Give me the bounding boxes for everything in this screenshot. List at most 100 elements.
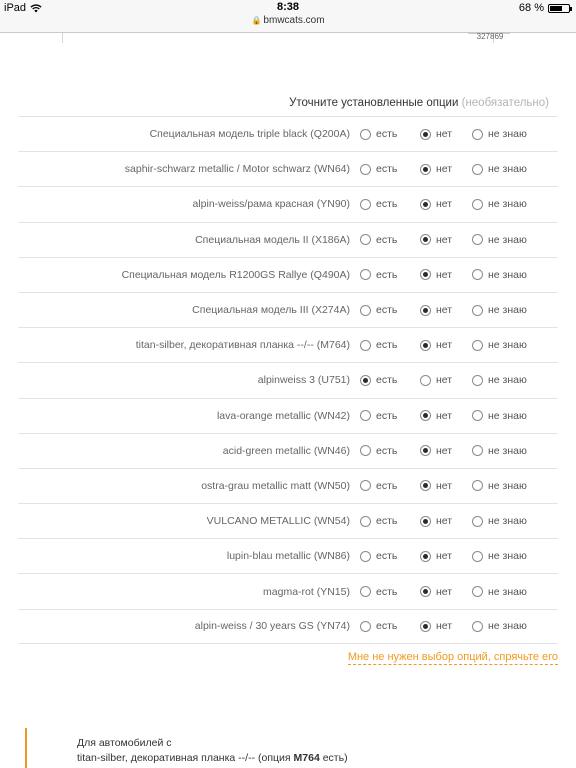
choice-unknown[interactable]: не знаю [472,223,527,257]
option-label: acid-green metallic (WN46) [222,444,350,457]
radio-no[interactable] [420,163,431,175]
choice-no[interactable]: нет [420,223,452,257]
radio-yes[interactable] [360,269,371,281]
radio-unknown[interactable] [472,620,483,632]
radio-no[interactable] [420,480,431,492]
status-bar: iPad 8:38 🔒 bmwcats.com 68 % [0,0,576,33]
radio-no[interactable] [420,304,431,316]
radio-yes[interactable] [360,445,371,457]
radio-no[interactable] [420,515,431,527]
choice-no[interactable]: нет [420,363,452,397]
choice-no[interactable]: нет [420,328,452,362]
choice-no[interactable]: нет [420,187,452,221]
radio-unknown[interactable] [472,163,483,175]
radio-yes[interactable] [360,198,371,210]
choice-unknown[interactable]: не знаю [472,399,527,433]
radio-yes[interactable] [360,480,371,492]
radio-no[interactable] [420,620,431,632]
radio-yes[interactable] [360,374,371,386]
radio-unknown[interactable] [472,586,483,598]
choice-unknown[interactable]: не знаю [472,363,527,397]
radio-unknown[interactable] [472,515,483,527]
radio-yes[interactable] [360,128,371,140]
choice-yes[interactable]: есть [360,258,397,292]
choice-yes[interactable]: есть [360,399,397,433]
radio-no[interactable] [420,586,431,598]
choice-yes[interactable]: есть [360,152,397,186]
radio-no[interactable] [420,128,431,140]
note-option-code: M764 [293,752,320,764]
radio-yes[interactable] [360,620,371,632]
choice-unknown[interactable]: не знаю [472,434,527,468]
choice-unknown[interactable]: не знаю [472,293,527,327]
radio-unknown[interactable] [472,339,483,351]
choice-yes[interactable]: есть [360,187,397,221]
radio-yes[interactable] [360,515,371,527]
radio-unknown[interactable] [472,128,483,140]
choice-no[interactable]: нет [420,152,452,186]
choice-yes[interactable]: есть [360,223,397,257]
choice-label: не знаю [488,128,527,141]
choice-unknown[interactable]: не знаю [472,574,527,608]
radio-no[interactable] [420,374,431,386]
radio-unknown[interactable] [472,550,483,562]
choice-unknown[interactable]: не знаю [472,258,527,292]
choice-unknown[interactable]: не знаю [472,328,527,362]
radio-no[interactable] [420,410,431,422]
hide-options-link[interactable]: Мне не нужен выбор опций, спрячьте его [347,650,558,665]
radio-yes[interactable] [360,163,371,175]
choice-unknown[interactable]: не знаю [472,610,527,643]
choice-yes[interactable]: есть [360,434,397,468]
radio-unknown[interactable] [472,445,483,457]
choice-no[interactable]: нет [420,117,452,151]
radio-unknown[interactable] [472,410,483,422]
choice-no[interactable]: нет [420,258,452,292]
choice-label: есть [376,620,398,633]
radio-unknown[interactable] [472,234,483,246]
choice-no[interactable]: нет [420,293,452,327]
choice-unknown[interactable]: не знаю [472,504,527,538]
choice-unknown[interactable]: не знаю [472,539,527,573]
choice-no[interactable]: нет [420,469,452,503]
radio-unknown[interactable] [472,304,483,316]
battery-icon [548,3,572,13]
choice-yes[interactable]: есть [360,610,397,643]
choice-unknown[interactable]: не знаю [472,469,527,503]
radio-unknown[interactable] [472,374,483,386]
radio-yes[interactable] [360,339,371,351]
choice-no[interactable]: нет [420,399,452,433]
choice-yes[interactable]: есть [360,117,397,151]
choice-yes[interactable]: есть [360,539,397,573]
radio-yes[interactable] [360,550,371,562]
radio-no[interactable] [420,198,431,210]
choice-yes[interactable]: есть [360,469,397,503]
radio-no[interactable] [420,550,431,562]
choice-no[interactable]: нет [420,539,452,573]
radio-yes[interactable] [360,234,371,246]
choice-no[interactable]: нет [420,504,452,538]
radio-unknown[interactable] [472,480,483,492]
choice-yes[interactable]: есть [360,293,397,327]
radio-yes[interactable] [360,586,371,598]
choice-yes[interactable]: есть [360,363,397,397]
choice-unknown[interactable]: не знаю [472,117,527,151]
choice-yes[interactable]: есть [360,504,397,538]
choice-no[interactable]: нет [420,610,452,643]
choice-yes[interactable]: есть [360,574,397,608]
choice-no[interactable]: нет [420,434,452,468]
choice-unknown[interactable]: не знаю [472,152,527,186]
radio-no[interactable] [420,269,431,281]
address-bar[interactable]: 🔒 bmwcats.com [0,15,576,26]
radio-unknown[interactable] [472,269,483,281]
radio-unknown[interactable] [472,198,483,210]
radio-yes[interactable] [360,304,371,316]
choice-yes[interactable]: есть [360,328,397,362]
choice-label: есть [376,479,398,492]
choice-unknown[interactable]: не знаю [472,187,527,221]
radio-no[interactable] [420,234,431,246]
radio-no[interactable] [420,339,431,351]
radio-yes[interactable] [360,410,371,422]
radio-no[interactable] [420,445,431,457]
choice-no[interactable]: нет [420,574,452,608]
option-row: Специальная модель triple black (Q200A) е… [18,116,558,151]
